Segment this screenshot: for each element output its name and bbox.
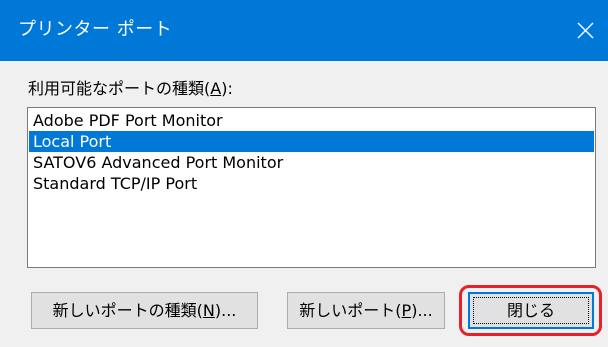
label-suffix: ): [221,79,233,98]
new-port-suffix: )... [411,301,433,320]
new-port-type-label: 新しいポートの種類( [52,301,203,320]
list-item-local-port[interactable]: Local Port [29,131,594,152]
label-accelerator: A [210,79,222,98]
close-x-glyph [577,22,593,39]
list-item-standard-tcpip-port[interactable]: Standard TCP/IP Port [29,173,594,194]
list-item-adobe-pdf-port-monitor[interactable]: Adobe PDF Port Monitor [29,110,594,131]
title-bar[interactable]: プリンター ポート [0,0,608,61]
close-icon[interactable] [562,0,608,61]
available-port-types-label: 利用可能なポートの種類(A): [28,79,233,99]
close-button[interactable]: 閉じる [468,292,594,329]
list-item-satov6-advanced-port-monitor[interactable]: SATOV6 Advanced Port Monitor [29,152,594,173]
close-button-label: 閉じる [506,301,555,320]
new-port-type-accelerator: N [202,301,215,320]
window-title: プリンター ポート [18,19,173,40]
port-types-listbox[interactable]: Adobe PDF Port Monitor Local Port SATOV6… [27,107,596,268]
new-port-button[interactable]: 新しいポート(P)... [287,292,445,329]
new-port-label: 新しいポート( [299,301,402,320]
new-port-type-button[interactable]: 新しいポートの種類(N)... [31,292,258,329]
label-text: 利用可能なポートの種類( [28,79,211,98]
new-port-accelerator: P [401,301,412,320]
printer-ports-dialog: プリンター ポート 利用可能なポートの種類(A): Adobe PDF Port… [0,0,608,347]
new-port-type-suffix: )... [214,301,237,320]
